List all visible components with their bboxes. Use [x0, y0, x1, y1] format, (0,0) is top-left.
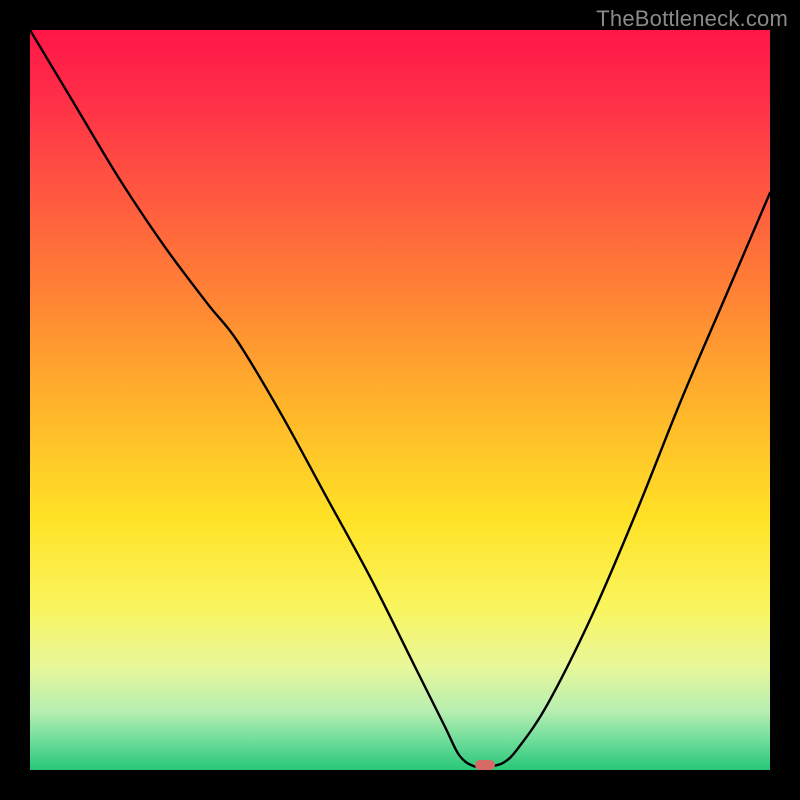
plot-area: [30, 30, 770, 770]
optimal-marker: [475, 760, 495, 770]
bottleneck-curve: [30, 30, 770, 770]
chart-frame: TheBottleneck.com: [0, 0, 800, 800]
watermark-text: TheBottleneck.com: [596, 6, 788, 32]
